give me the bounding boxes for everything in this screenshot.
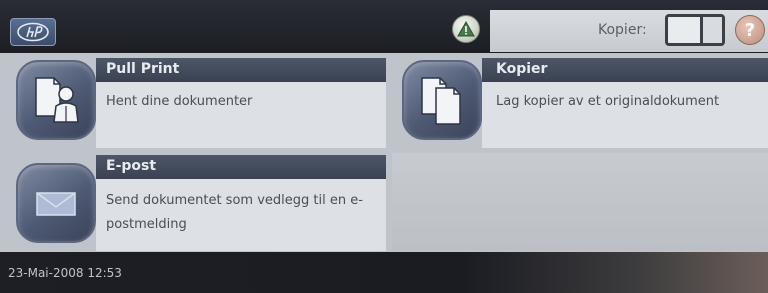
tile-description: Hent dine dokumenter bbox=[106, 94, 253, 109]
tile-kopier[interactable]: Kopier Lag kopier av et originaldokument bbox=[396, 58, 768, 148]
empty-tile-area bbox=[392, 153, 768, 251]
hp-logo-icon[interactable] bbox=[10, 18, 56, 46]
envelope-icon[interactable] bbox=[16, 163, 96, 243]
tile-title: E-post bbox=[106, 158, 157, 174]
tile-description: Send dokumentet som vedlegg til en e-pos… bbox=[106, 193, 363, 232]
tile-pull-print[interactable]: Pull Print Hent dine dokumenter bbox=[10, 58, 386, 148]
copies-label: Kopier: bbox=[598, 22, 647, 38]
person-document-icon[interactable] bbox=[16, 60, 96, 140]
tile-description: Lag kopier av et originaldokument bbox=[496, 94, 720, 109]
copies-spinner[interactable] bbox=[700, 17, 722, 43]
help-icon[interactable]: ? bbox=[735, 15, 765, 45]
copies-input[interactable] bbox=[674, 20, 702, 42]
status-bar: 23-Mai-2008 12:53 bbox=[0, 252, 768, 293]
copies-field[interactable] bbox=[665, 14, 725, 46]
tile-e-post[interactable]: E-post Send dokumentet som vedlegg til e… bbox=[10, 155, 386, 251]
tile-title: Pull Print bbox=[106, 61, 180, 77]
datetime-display: 23-Mai-2008 12:53 bbox=[8, 266, 122, 280]
tile-title: Kopier bbox=[496, 61, 548, 77]
help-icon-label: ? bbox=[744, 19, 756, 41]
copy-documents-icon[interactable] bbox=[402, 60, 482, 140]
control-panel-screen: Kopier: ? Pull Print Hent dine dokumente… bbox=[0, 0, 768, 293]
top-bar: Kopier: ? bbox=[0, 0, 768, 53]
warning-icon[interactable] bbox=[452, 15, 480, 43]
